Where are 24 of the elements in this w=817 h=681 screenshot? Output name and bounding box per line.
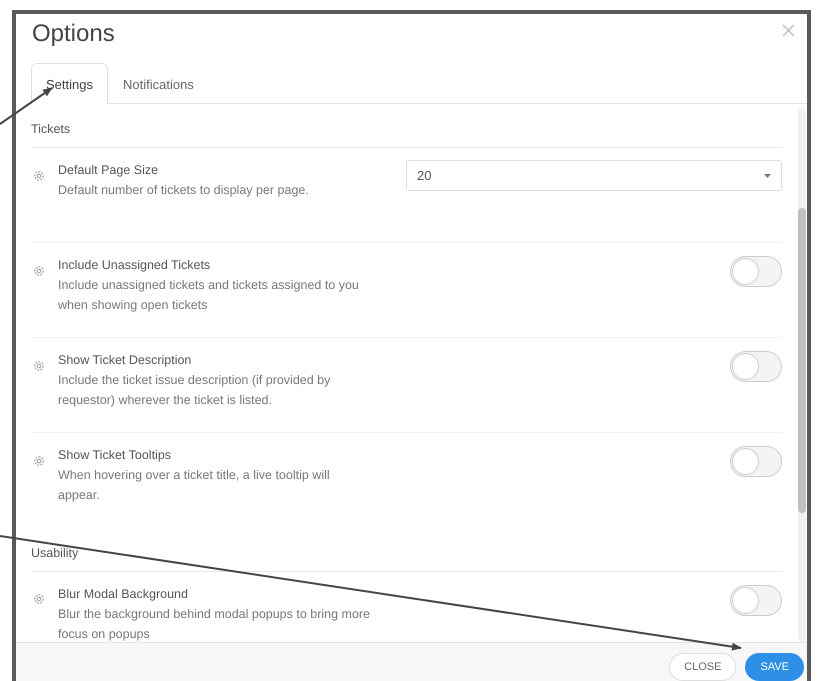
dialog-title: Options bbox=[32, 20, 115, 49]
setting-title: Include Unassigned Tickets bbox=[58, 257, 212, 274]
setting-description: Default number of tickets to display per page. bbox=[58, 182, 310, 200]
setting-title: Blur Modal Background bbox=[58, 586, 189, 603]
save-button[interactable]: SAVE bbox=[745, 652, 804, 680]
setting-title: Default Page Size bbox=[58, 162, 160, 180]
scrollbar[interactable] bbox=[798, 108, 806, 642]
toggle-switch[interactable] bbox=[730, 256, 782, 288]
tab[interactable]: Notifications bbox=[108, 62, 209, 104]
setting-title: Show Ticket Tooltips bbox=[58, 447, 172, 464]
close-button[interactable]: CLOSE bbox=[669, 652, 736, 680]
toggle-switch[interactable] bbox=[730, 351, 782, 382]
setting-description: Include unassigned tickets and tickets assigned to you when showing open tickets bbox=[58, 277, 360, 314]
setting-description: Blur the background behind modal popups to bring more focus on popups bbox=[58, 606, 372, 642]
toggle-switch[interactable] bbox=[730, 584, 782, 616]
toggle-switch[interactable] bbox=[730, 446, 782, 478]
tab[interactable]: Settings bbox=[31, 62, 108, 104]
setting-description: When hovering over a ticket title, a live tooltip will appear. bbox=[58, 467, 331, 504]
section-heading: Usability bbox=[31, 546, 78, 560]
caret-icon bbox=[764, 174, 771, 178]
setting-description: Include the ticket issue description (if provided by requestor) wherever the ticket is listed. bbox=[58, 372, 332, 410]
setting-title: Show Ticket Description bbox=[58, 352, 192, 370]
page-size-select[interactable]: 20 bbox=[406, 160, 782, 192]
section-heading: Tickets bbox=[31, 122, 70, 136]
